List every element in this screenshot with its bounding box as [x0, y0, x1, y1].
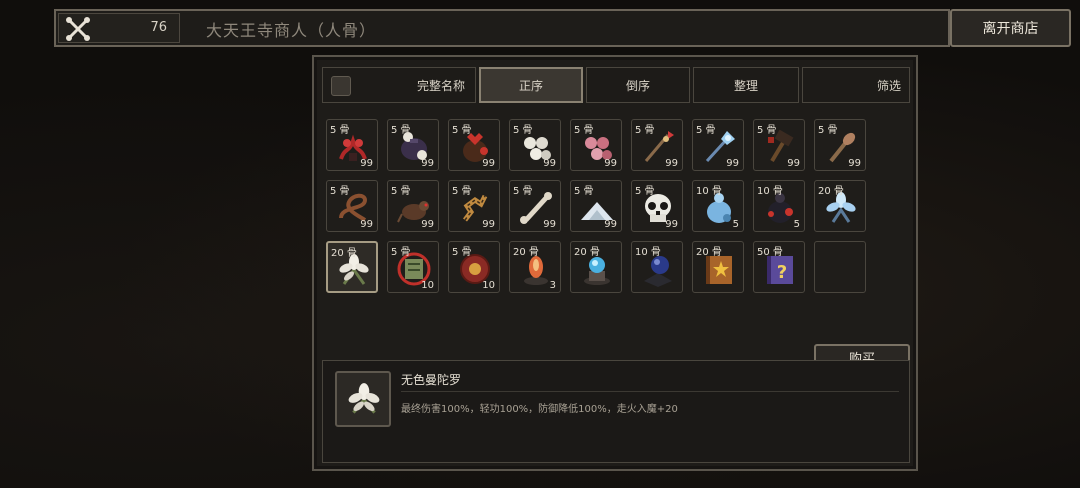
item-slot[interactable]: 10 骨 [631, 241, 683, 293]
item-slot[interactable]: 5 骨 99 [570, 180, 622, 232]
item-quantity: 99 [421, 219, 434, 230]
svg-text:?: ? [777, 262, 787, 283]
filter-button[interactable]: 筛选 [802, 67, 910, 103]
item-slot[interactable]: 5 骨 10 [387, 241, 439, 293]
item-price: 5 骨 [574, 186, 594, 197]
item-price: 5 骨 [635, 125, 655, 136]
item-quantity: 5 [732, 219, 739, 230]
item-price: 5 骨 [635, 186, 655, 197]
item-quantity: 5 [793, 219, 800, 230]
item-price: 5 骨 [757, 125, 777, 136]
item-slot[interactable]: 5 骨 10 [448, 241, 500, 293]
item-slot[interactable]: 10 骨 5 [753, 180, 805, 232]
merchant-title: 大天王寺商人（人骨） [206, 21, 377, 40]
item-slot[interactable]: 20 骨 3 [509, 241, 561, 293]
item-price: 5 骨 [452, 125, 472, 136]
item-slot[interactable]: 5 骨 99 [753, 119, 805, 171]
item-slot[interactable]: 5 骨 99 [448, 180, 500, 232]
item-price: 10 骨 [635, 247, 661, 258]
currency-amount: 76 [150, 20, 167, 35]
item-price: 20 骨 [696, 247, 722, 258]
item-slot[interactable]: 5 骨 99 [814, 119, 866, 171]
full-name-label: 完整名称 [416, 78, 465, 93]
selected-item-name: 无色曼陀罗 [401, 373, 462, 387]
item-slot[interactable]: 20 骨 [326, 241, 378, 293]
item-price: 20 骨 [331, 248, 357, 259]
item-quantity: 99 [665, 219, 678, 230]
item-quantity: 99 [787, 158, 800, 169]
item-slot[interactable]: 10 骨 5 [692, 180, 744, 232]
item-quantity: 99 [482, 158, 495, 169]
item-quantity: 3 [549, 280, 556, 291]
full-name-checkbox[interactable] [331, 76, 351, 96]
item-quantity: 99 [665, 158, 678, 169]
item-price: 5 骨 [452, 186, 472, 197]
item-price: 50 骨 [757, 247, 783, 258]
item-quantity: 10 [421, 280, 434, 291]
item-slot[interactable]: 5 骨 99 [509, 119, 561, 171]
item-price: 5 骨 [391, 186, 411, 197]
white-flower-icon [348, 383, 380, 414]
shop-panel: 完整名称 正序 倒序 整理 筛选 5 骨 99 5 骨 99 5 骨 99 5 骨 99 5 骨… [312, 55, 918, 471]
item-slot[interactable]: 5 骨 99 [326, 119, 378, 171]
item-quantity: 99 [482, 219, 495, 230]
tab-organize[interactable]: 整理 [693, 67, 799, 103]
item-slot[interactable]: 5 骨 99 [692, 119, 744, 171]
item-slot[interactable]: 20 骨 [814, 180, 866, 232]
item-price: 5 骨 [330, 125, 350, 136]
item-quantity: 99 [421, 158, 434, 169]
item-price: 5 骨 [330, 186, 350, 197]
item-price: 5 骨 [574, 125, 594, 136]
item-slot[interactable]: 5 骨 99 [570, 119, 622, 171]
item-price: 5 骨 [452, 247, 472, 258]
item-price: 5 骨 [391, 125, 411, 136]
item-price: 20 骨 [574, 247, 600, 258]
item-slot[interactable]: 5 骨 99 [509, 180, 561, 232]
full-name-toggle[interactable]: 完整名称 [322, 67, 476, 103]
item-price: 5 骨 [391, 247, 411, 258]
item-slot[interactable]: 5 骨 99 [387, 180, 439, 232]
selected-item-thumbnail [335, 371, 391, 427]
item-price: 5 骨 [513, 125, 533, 136]
tab-ascending[interactable]: 正序 [479, 67, 583, 103]
item-quantity: 10 [482, 280, 495, 291]
item-price: 5 骨 [696, 125, 716, 136]
item-quantity: 99 [543, 219, 556, 230]
item-quantity: 99 [360, 158, 373, 169]
tab-descending[interactable]: 倒序 [586, 67, 690, 103]
item-slot[interactable]: 5 骨 99 [448, 119, 500, 171]
item-slot[interactable]: 5 骨 99 [387, 119, 439, 171]
sort-bar: 完整名称 正序 倒序 整理 筛选 [322, 67, 910, 103]
crossed-bones-icon [66, 17, 90, 41]
item-price: 5 骨 [818, 125, 838, 136]
item-detail-panel: 无色曼陀罗 最终伤害100%，轻功100%，防御降低100%，走火入魔+20 [322, 360, 910, 463]
item-price: 10 骨 [696, 186, 722, 197]
item-slot[interactable]: 5 骨 99 [631, 180, 683, 232]
detail-divider [401, 391, 899, 392]
item-price: 5 骨 [513, 186, 533, 197]
item-slot[interactable]: 20 骨 [692, 241, 744, 293]
item-quantity: 99 [360, 219, 373, 230]
selected-item-description: 最终伤害100%，轻功100%，防御降低100%，走火入魔+20 [401, 404, 678, 415]
item-slot[interactable]: 5 骨 99 [326, 180, 378, 232]
item-slot[interactable]: 5 骨 99 [631, 119, 683, 171]
item-quantity: 99 [543, 158, 556, 169]
item-price: 10 骨 [757, 186, 783, 197]
item-slot[interactable]: ? 50 骨 [753, 241, 805, 293]
leave-shop-button[interactable]: 离开商店 [950, 9, 1071, 47]
item-price: 20 骨 [818, 186, 844, 197]
empty-slot[interactable] [814, 241, 866, 293]
item-quantity: 99 [604, 158, 617, 169]
top-bar: 76 大天王寺商人（人骨） [54, 9, 950, 47]
item-quantity: 99 [848, 158, 861, 169]
item-price: 20 骨 [513, 247, 539, 258]
item-slot[interactable]: 20 骨 [570, 241, 622, 293]
currency-display: 76 [58, 13, 180, 43]
item-quantity: 99 [726, 158, 739, 169]
item-quantity: 99 [604, 219, 617, 230]
